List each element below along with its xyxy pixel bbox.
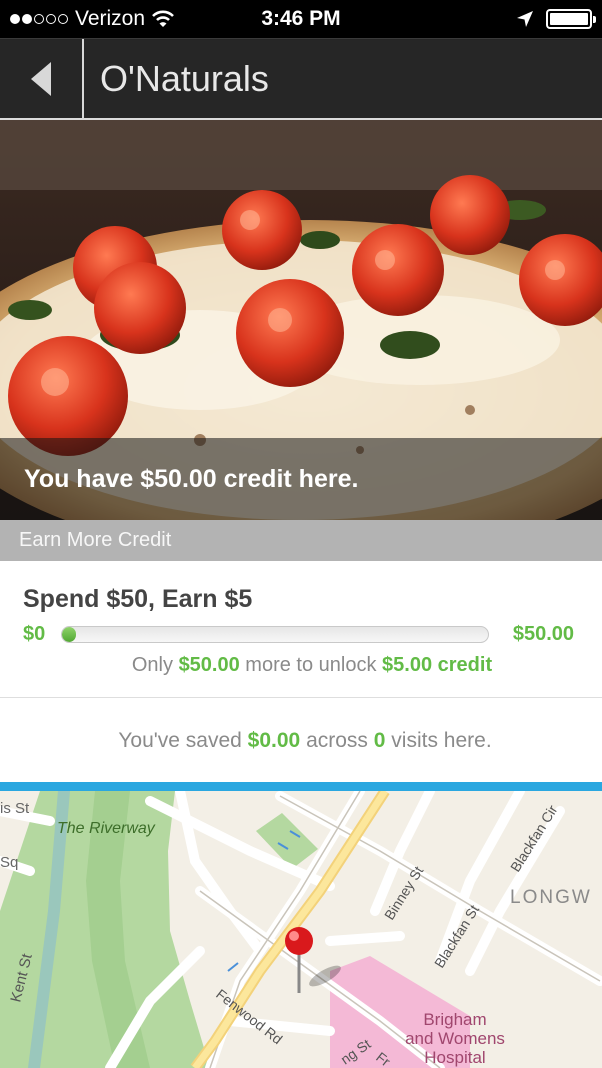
signal-strength-icon	[10, 14, 68, 24]
status-right	[516, 0, 596, 38]
savings-suffix: visits here.	[391, 729, 492, 752]
app-screen: Verizon 3:46 PM O'Naturals You have $50.…	[0, 0, 602, 1068]
savings-middle: across	[306, 729, 368, 752]
savings-prefix: You've saved	[118, 729, 242, 752]
unlock-middle: more to unlock	[245, 654, 377, 676]
progress-max-label: $50.00	[512, 623, 574, 645]
savings-amount: $0.00	[247, 729, 301, 752]
back-arrow-icon	[31, 62, 51, 96]
status-bar: Verizon 3:46 PM	[0, 0, 602, 38]
signal-dot	[34, 14, 44, 24]
offer-title: Spend $50, Earn $5	[23, 585, 253, 613]
signal-dot	[10, 14, 20, 24]
battery-level	[550, 13, 588, 25]
credit-caption: You have $50.00 credit here.	[0, 438, 602, 520]
credit-offer: Spend $50, Earn $5 $0 $50.00 Only $50.00…	[0, 561, 602, 698]
signal-dot	[46, 14, 56, 24]
progress-min-label: $0	[23, 623, 46, 645]
unlock-prefix: Only	[131, 654, 173, 676]
unlock-reward: $5.00 credit	[382, 654, 493, 676]
section-header-earn-credit: Earn More Credit	[0, 520, 602, 561]
location-map[interactable]: The Riverway is St Sq Kent St Fenwood Rd…	[0, 791, 602, 1068]
savings-message: You've saved $0.00 across 0 visits here.	[0, 729, 602, 753]
map-label-hospital-1: Brigham	[423, 1010, 486, 1029]
savings-summary: You've saved $0.00 across 0 visits here.	[0, 698, 602, 782]
unlock-message: Only $50.00 more to unlock $5.00 credit	[0, 654, 602, 677]
carrier-name: Verizon	[75, 7, 146, 30]
visit-count: 0	[373, 729, 386, 752]
back-button[interactable]	[0, 39, 84, 119]
unlock-amount: $50.00	[178, 654, 240, 676]
map-divider	[0, 782, 602, 791]
map-label-hospital-2: and Womens	[405, 1029, 505, 1048]
location-arrow-icon	[517, 11, 533, 27]
signal-dot	[58, 14, 68, 24]
map-label-sq: Sq	[0, 854, 18, 871]
signal-dot	[22, 14, 32, 24]
hero-image: You have $50.00 credit here.	[0, 120, 602, 520]
map-label-hospital-3: Hospital	[424, 1048, 485, 1067]
status-left: Verizon	[10, 0, 174, 38]
navigation-bar: O'Naturals	[0, 38, 602, 120]
map-canvas: The Riverway is St Sq Kent St Fenwood Rd…	[0, 791, 602, 1068]
map-label-is-st: is St	[0, 800, 30, 817]
battery-icon	[546, 9, 596, 29]
progress-fill	[62, 627, 76, 642]
map-label-riverway: The Riverway	[57, 820, 156, 837]
page-title: O'Naturals	[100, 58, 269, 99]
progress-bar	[61, 626, 489, 643]
wifi-icon	[152, 10, 174, 27]
map-label-longwood: LONGW	[510, 887, 592, 908]
